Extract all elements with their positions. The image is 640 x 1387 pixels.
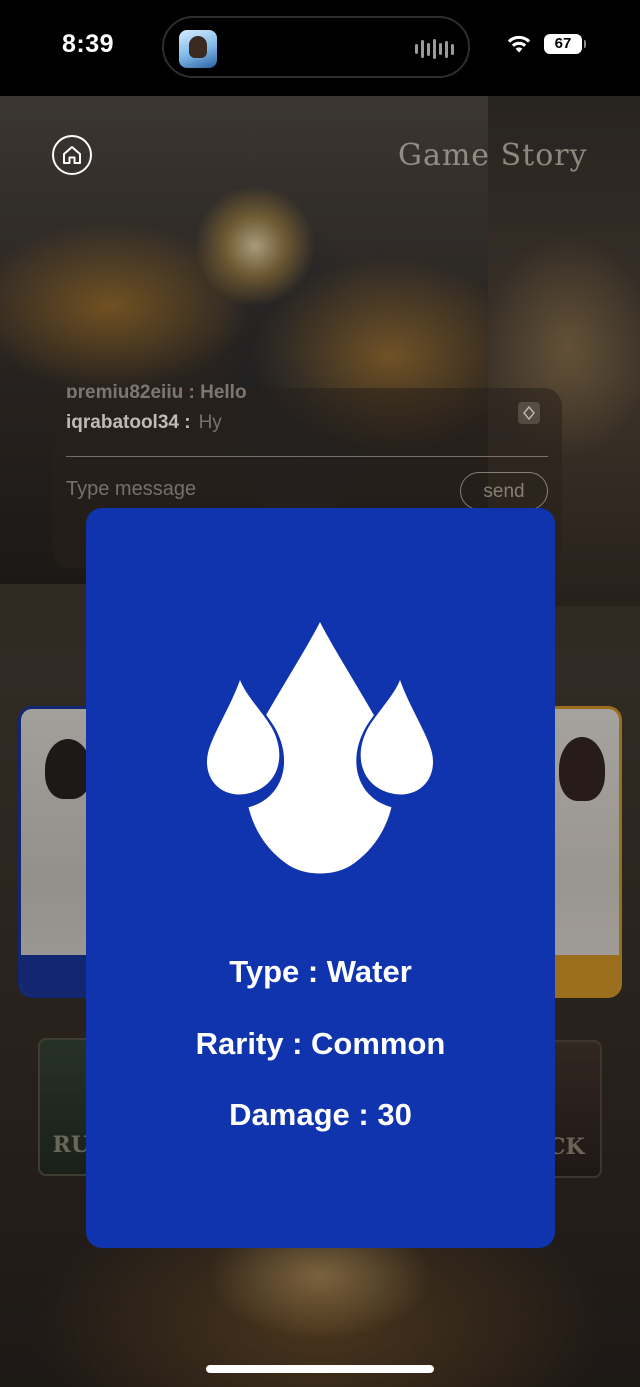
send-button[interactable]: send [460,472,548,510]
status-right: 67 [506,34,586,54]
screen: 8:39 67 RU CK Game Story premiu82eiiu: … [0,0,640,1387]
card-rarity-label: Rarity : Common [195,1026,446,1061]
status-bar: 8:39 67 [0,0,640,96]
card-type-label: Type : Water [229,954,412,989]
wifi-icon [507,35,531,53]
battery-indicator: 67 [544,34,586,54]
card-damage-label: Damage : 30 [229,1097,412,1132]
chat-message: iqrabatool34 : Hy [66,412,222,434]
chat-text: Hy [198,412,222,433]
home-icon [63,146,81,164]
card-detail-modal[interactable]: Type : Water Rarity : Common Damage : 30 [86,508,555,1248]
chat-message-input[interactable] [66,478,406,501]
home-button[interactable] [52,135,92,175]
page-title: Game Story [398,138,588,173]
waveform-icon [415,38,454,60]
dynamic-island[interactable] [162,16,470,78]
status-time: 8:39 [62,30,115,58]
game-app-icon [179,30,217,68]
chat-username: iqrabatool34 : [66,412,191,433]
home-indicator[interactable] [206,1365,434,1373]
sort-icon[interactable] [518,402,540,424]
chat-divider [66,456,548,457]
chat-message-partial: premiu82eiiu : Hello [66,382,247,398]
water-drops-icon [200,622,440,874]
